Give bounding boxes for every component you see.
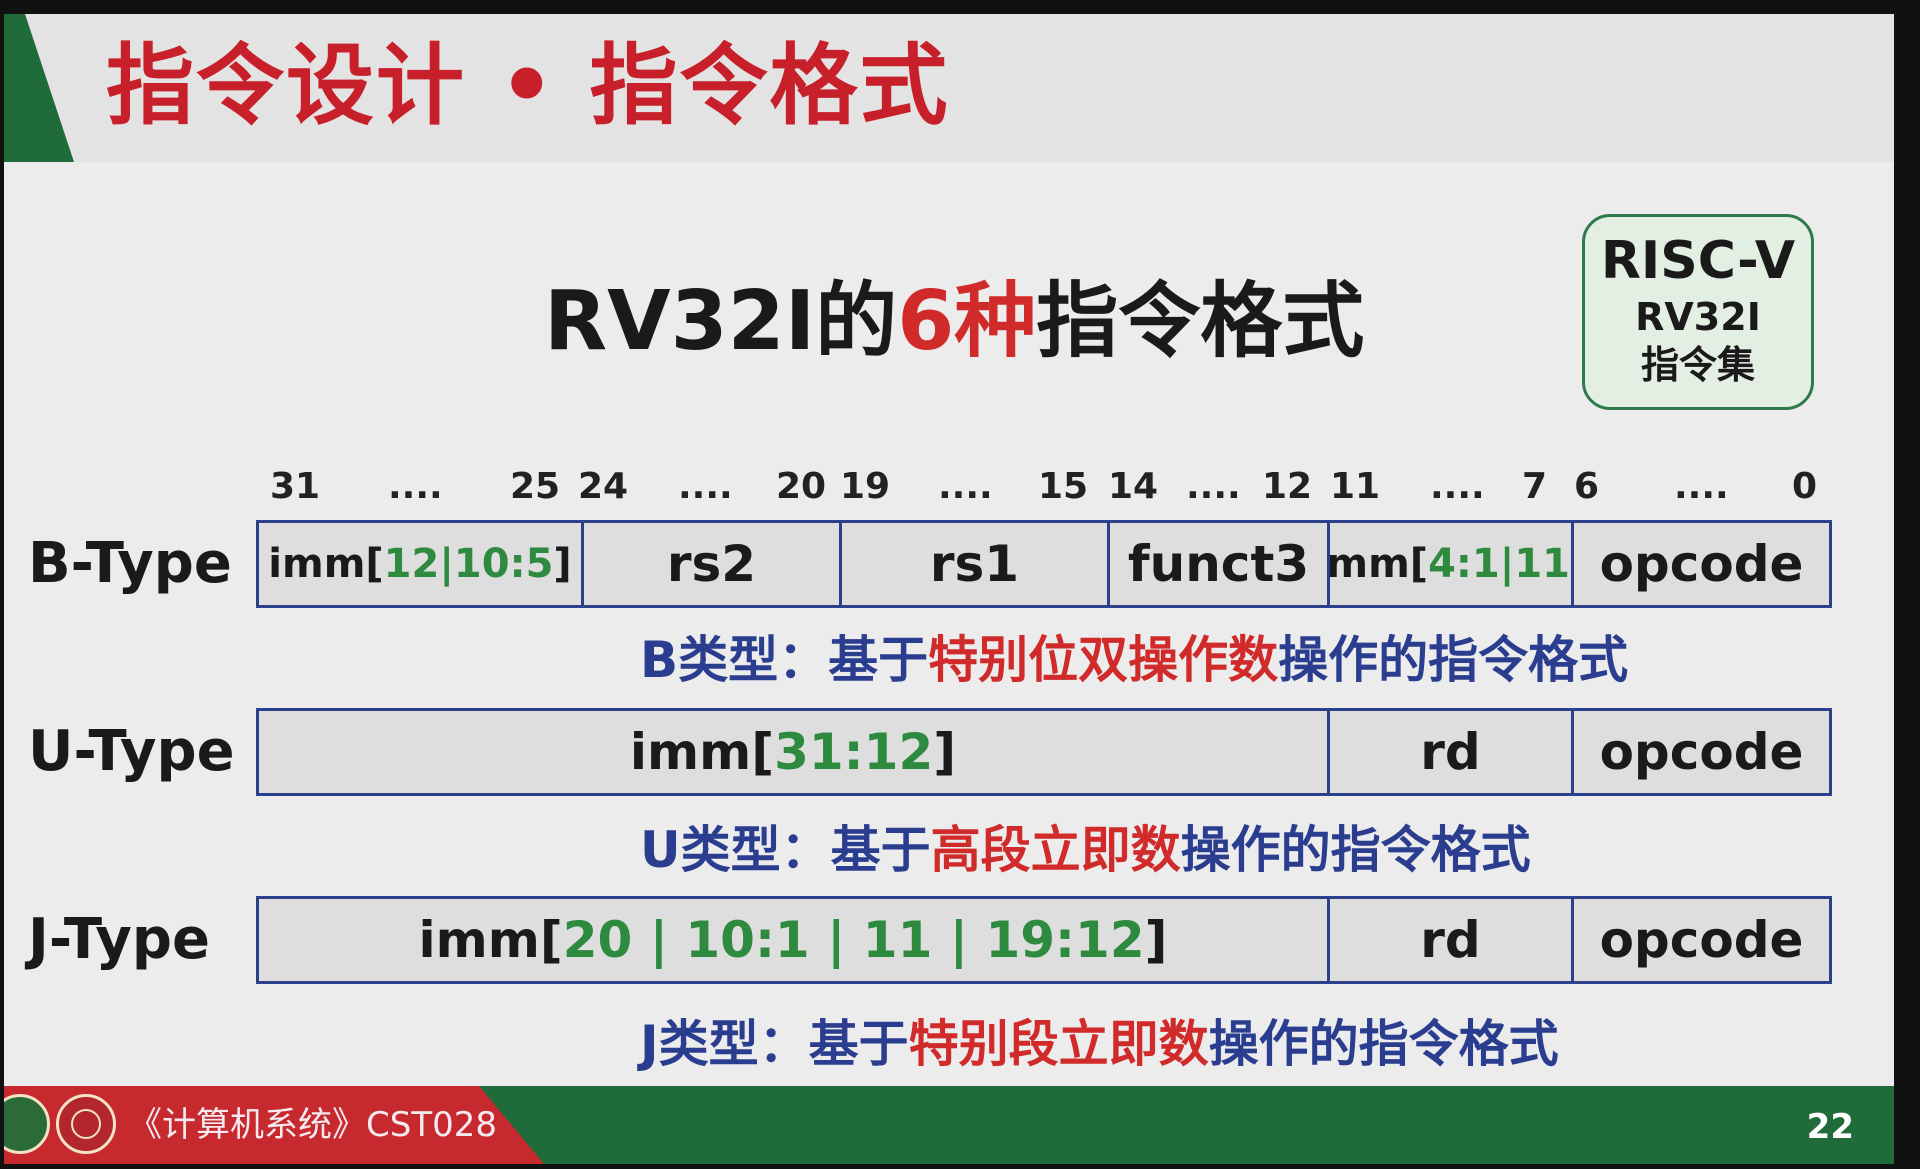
b-imm-high-pre: imm[ bbox=[268, 541, 384, 587]
b-rs1-field: rs1 bbox=[839, 523, 1107, 605]
j-imm-pre: imm[ bbox=[418, 911, 563, 969]
bit-20: 20 bbox=[776, 466, 827, 507]
b-type-fields: imm[12|10:5] rs2 rs1 funct3 imm[4:1|11] … bbox=[256, 520, 1832, 608]
heading-highlight: 6种 bbox=[897, 274, 1037, 369]
title-accent bbox=[4, 14, 74, 162]
j-imm-post: ] bbox=[1144, 911, 1168, 969]
bit-dots-3: .... bbox=[938, 466, 993, 507]
j-imm-field: imm[20 | 10:1 | 11 | 19:12] bbox=[259, 899, 1327, 981]
bit-7: 7 bbox=[1522, 466, 1548, 507]
u-type-label: U-Type bbox=[28, 719, 235, 784]
bit-dots-6: .... bbox=[1674, 466, 1729, 507]
bit-dots-2: .... bbox=[678, 466, 733, 507]
slide-title: 指令设计 • 指令格式 bbox=[106, 34, 950, 137]
j-opcode-field: opcode bbox=[1571, 899, 1829, 981]
bit-12: 12 bbox=[1262, 466, 1313, 507]
b-imm-high-post: ] bbox=[553, 541, 572, 587]
riscv-badge: RISC-V RV32I 指令集 bbox=[1582, 214, 1814, 410]
u-imm-post: ] bbox=[933, 723, 957, 781]
b-opcode-field: opcode bbox=[1571, 523, 1829, 605]
bit-31: 31 bbox=[270, 466, 321, 507]
bit-6: 6 bbox=[1574, 466, 1600, 507]
j-desc-post: 操作的指令格式 bbox=[1208, 1015, 1559, 1073]
bit-dots-1: .... bbox=[388, 466, 443, 507]
b-funct3-field: funct3 bbox=[1107, 523, 1327, 605]
j-rd-field: rd bbox=[1327, 899, 1571, 981]
bit-14: 14 bbox=[1108, 466, 1159, 507]
main-heading: RV32I的6种指令格式 bbox=[544, 272, 1364, 372]
j-type-description: J类型：基于特别段立即数操作的指令格式 bbox=[640, 1014, 1559, 1074]
bit-19: 19 bbox=[840, 466, 891, 507]
b-imm-high-bits: 12|10:5 bbox=[383, 541, 554, 587]
bit-dots-4: .... bbox=[1186, 466, 1241, 507]
bit-0: 0 bbox=[1792, 466, 1818, 507]
bit-11: 11 bbox=[1330, 466, 1381, 507]
b-imm-low-pre: imm[ bbox=[1327, 541, 1429, 587]
badge-line2: RV32I bbox=[1635, 295, 1761, 339]
badge-line1: RISC-V bbox=[1600, 231, 1796, 291]
u-type-description: U类型：基于高段立即数操作的指令格式 bbox=[640, 820, 1531, 880]
badge-line3: 指令集 bbox=[1640, 343, 1755, 387]
b-imm-high-field: imm[12|10:5] bbox=[259, 523, 581, 605]
course-name: 《计算机系统》CST028 bbox=[128, 1105, 497, 1145]
title-bar: 指令设计 • 指令格式 bbox=[4, 14, 1894, 162]
j-type-fields: imm[20 | 10:1 | 11 | 19:12] rd opcode bbox=[256, 896, 1832, 984]
b-imm-low-bits: 4:1|11 bbox=[1428, 541, 1571, 587]
bit-24: 24 bbox=[578, 466, 629, 507]
b-type-description: B类型：基于特别位双操作数操作的指令格式 bbox=[640, 630, 1628, 690]
footer-bar: 《计算机系统》CST028 22 bbox=[4, 1086, 1894, 1164]
school-seal-icon bbox=[56, 1094, 116, 1154]
b-desc-highlight: 特别位双操作数 bbox=[928, 631, 1279, 689]
b-imm-low-field: imm[4:1|11] bbox=[1327, 523, 1571, 605]
b-type-label: B-Type bbox=[28, 531, 232, 596]
j-imm-bits: 20 | 10:1 | 11 | 19:12 bbox=[562, 911, 1145, 969]
u-imm-pre: imm[ bbox=[629, 723, 775, 781]
b-desc-post: 操作的指令格式 bbox=[1278, 631, 1629, 689]
u-rd-field: rd bbox=[1327, 711, 1571, 793]
u-opcode-field: opcode bbox=[1571, 711, 1829, 793]
b-desc-pre: B类型：基于 bbox=[640, 631, 929, 689]
u-desc-post: 操作的指令格式 bbox=[1180, 821, 1531, 879]
u-desc-pre: U类型：基于 bbox=[640, 821, 931, 879]
u-imm-field: imm[31:12] bbox=[259, 711, 1327, 793]
j-desc-highlight: 特别段立即数 bbox=[908, 1015, 1209, 1073]
u-type-fields: imm[31:12] rd opcode bbox=[256, 708, 1832, 796]
j-type-label: J-Type bbox=[28, 907, 210, 972]
bit-15: 15 bbox=[1038, 466, 1089, 507]
b-rs2-field: rs2 bbox=[581, 523, 839, 605]
heading-post: 指令格式 bbox=[1036, 274, 1365, 369]
page-number: 22 bbox=[1806, 1107, 1854, 1147]
heading-pre: RV32I的 bbox=[544, 274, 898, 369]
j-desc-pre: J类型：基于 bbox=[640, 1015, 909, 1073]
u-imm-bits: 31:12 bbox=[774, 723, 934, 781]
bit-dots-5: .... bbox=[1430, 466, 1485, 507]
u-desc-highlight: 高段立即数 bbox=[930, 821, 1181, 879]
slide: 指令设计 • 指令格式 RV32I的6种指令格式 RISC-V RV32I 指令… bbox=[4, 14, 1894, 1164]
bit-25: 25 bbox=[510, 466, 561, 507]
